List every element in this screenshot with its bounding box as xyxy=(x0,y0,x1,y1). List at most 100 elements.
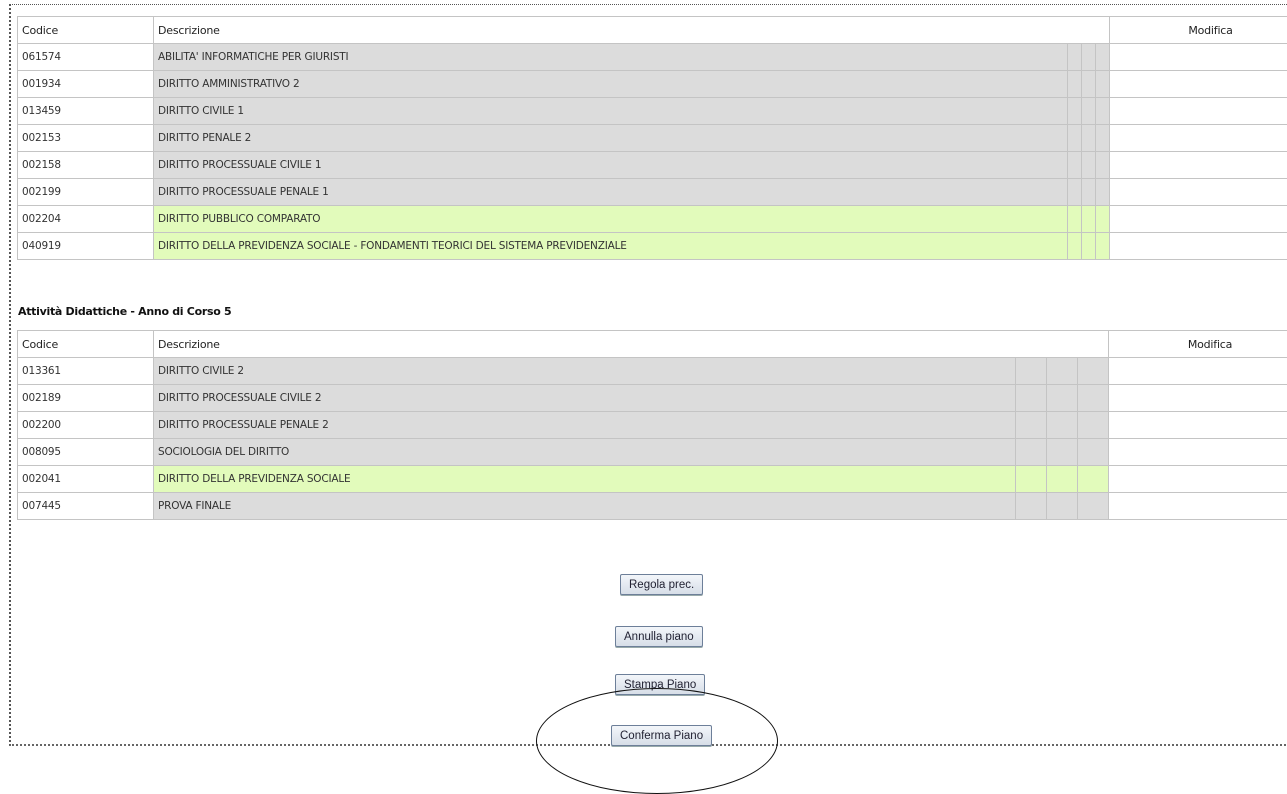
status-cell xyxy=(1015,384,1047,412)
course-description: DIRITTO DELLA PREVIDENZA SOCIALE xyxy=(153,465,1016,493)
course-description: DIRITTO AMMINISTRATIVO 2 xyxy=(153,70,1068,98)
course-description: SOCIOLOGIA DEL DIRITTO xyxy=(153,438,1016,466)
modify-cell xyxy=(1109,205,1287,233)
course-description: PROVA FINALE xyxy=(153,492,1016,520)
status-cell xyxy=(1094,124,1111,152)
status-cell xyxy=(1081,43,1096,71)
course-description: DIRITTO CIVILE 2 xyxy=(153,357,1016,385)
modify-cell xyxy=(1109,70,1287,98)
header-codice: Codice xyxy=(17,16,154,44)
table-row: 002041 DIRITTO DELLA PREVIDENZA SOCIALE xyxy=(17,465,1287,493)
course-description: DIRITTO DELLA PREVIDENZA SOCIALE - FONDA… xyxy=(153,232,1068,260)
header-descrizione: Descrizione xyxy=(152,330,1110,358)
status-cell xyxy=(1076,465,1110,493)
status-cell xyxy=(1015,411,1047,439)
status-cell xyxy=(1046,357,1078,385)
courses-table-year-4: Codice Descrizione Modifica 061574 ABILIT… xyxy=(17,16,1287,260)
course-code: 002204 xyxy=(17,205,154,233)
status-cell xyxy=(1076,492,1110,520)
course-code: 002153 xyxy=(17,124,154,152)
stampa-piano-button[interactable]: Stampa Piano xyxy=(615,674,706,695)
status-cell xyxy=(1046,492,1078,520)
regola-prec-button[interactable]: Regola prec. xyxy=(620,574,704,595)
status-cell xyxy=(1067,97,1082,125)
modify-cell xyxy=(1108,357,1287,385)
status-cell xyxy=(1081,124,1096,152)
status-cell xyxy=(1015,465,1047,493)
modify-cell xyxy=(1108,492,1287,520)
table-row: 002199 DIRITTO PROCESSUALE PENALE 1 xyxy=(17,178,1287,206)
status-cell xyxy=(1094,205,1111,233)
course-code: 002189 xyxy=(17,384,154,412)
course-code: 013459 xyxy=(17,97,154,125)
course-description: DIRITTO PROCESSUALE PENALE 2 xyxy=(153,411,1016,439)
table-row: 008095 SOCIOLOGIA DEL DIRITTO xyxy=(17,438,1287,466)
status-cell xyxy=(1076,438,1110,466)
courses-table-year-5: Codice Descrizione Modifica 013361 DIRITT… xyxy=(17,330,1287,520)
course-code: 002041 xyxy=(17,465,154,493)
status-cell xyxy=(1094,178,1111,206)
course-description: DIRITTO CIVILE 1 xyxy=(153,97,1068,125)
status-cell xyxy=(1076,357,1110,385)
status-cell xyxy=(1094,70,1111,98)
modify-cell xyxy=(1108,411,1287,439)
status-cell xyxy=(1015,357,1047,385)
modify-cell xyxy=(1108,438,1287,466)
conferma-piano-button[interactable]: Conferma Piano xyxy=(611,725,713,746)
course-code: 001934 xyxy=(17,70,154,98)
course-description: DIRITTO PROCESSUALE PENALE 1 xyxy=(153,178,1068,206)
course-description: DIRITTO PENALE 2 xyxy=(153,124,1068,152)
status-cell xyxy=(1046,384,1078,412)
table-row: 001934 DIRITTO AMMINISTRATIVO 2 xyxy=(17,70,1287,98)
section-title-year-5: Attività Didattiche - Anno di Corso 5 xyxy=(18,305,232,318)
status-cell xyxy=(1015,492,1047,520)
table-header-row: Codice Descrizione Modifica xyxy=(17,16,1287,44)
course-code: 013361 xyxy=(17,357,154,385)
status-cell xyxy=(1067,232,1082,260)
table-header-row: Codice Descrizione Modifica xyxy=(17,330,1287,358)
header-modifica: Modifica xyxy=(1108,330,1287,358)
course-code: 002200 xyxy=(17,411,154,439)
annulla-piano-button[interactable]: Annulla piano xyxy=(615,626,703,647)
status-cell xyxy=(1081,70,1096,98)
table-row: 040919 DIRITTO DELLA PREVIDENZA SOCIALE -… xyxy=(17,232,1287,260)
modify-cell xyxy=(1109,124,1287,152)
status-cell xyxy=(1046,438,1078,466)
table-row: 002158 DIRITTO PROCESSUALE CIVILE 1 xyxy=(17,151,1287,179)
modify-cell xyxy=(1108,465,1287,493)
status-cell xyxy=(1081,151,1096,179)
status-cell xyxy=(1094,97,1111,125)
course-code: 061574 xyxy=(17,43,154,71)
header-modifica: Modifica xyxy=(1109,16,1287,44)
status-cell xyxy=(1094,232,1111,260)
table-row: 002204 DIRITTO PUBBLICO COMPARATO xyxy=(17,205,1287,233)
status-cell xyxy=(1076,411,1110,439)
status-cell xyxy=(1081,178,1096,206)
status-cell xyxy=(1067,205,1082,233)
table-row: 013459 DIRITTO CIVILE 1 xyxy=(17,97,1287,125)
table-row: 061574 ABILITA' INFORMATICHE PER GIURISTI xyxy=(17,43,1287,71)
table-row: 002189 DIRITTO PROCESSUALE CIVILE 2 xyxy=(17,384,1287,412)
status-cell xyxy=(1076,384,1110,412)
header-codice: Codice xyxy=(17,330,154,358)
course-description: ABILITA' INFORMATICHE PER GIURISTI xyxy=(153,43,1068,71)
modify-cell xyxy=(1109,178,1287,206)
header-descrizione: Descrizione xyxy=(152,16,1111,44)
course-code: 007445 xyxy=(17,492,154,520)
modify-cell xyxy=(1109,97,1287,125)
course-code: 040919 xyxy=(17,232,154,260)
status-cell xyxy=(1081,232,1096,260)
status-cell xyxy=(1067,124,1082,152)
status-cell xyxy=(1067,178,1082,206)
modify-cell xyxy=(1109,43,1287,71)
course-code: 002199 xyxy=(17,178,154,206)
table-row: 007445 PROVA FINALE xyxy=(17,492,1287,520)
status-cell xyxy=(1046,465,1078,493)
modify-cell xyxy=(1108,384,1287,412)
course-description: DIRITTO PUBBLICO COMPARATO xyxy=(153,205,1068,233)
status-cell xyxy=(1067,151,1082,179)
status-cell xyxy=(1094,43,1111,71)
status-cell xyxy=(1081,205,1096,233)
course-code: 008095 xyxy=(17,438,154,466)
status-cell xyxy=(1015,438,1047,466)
